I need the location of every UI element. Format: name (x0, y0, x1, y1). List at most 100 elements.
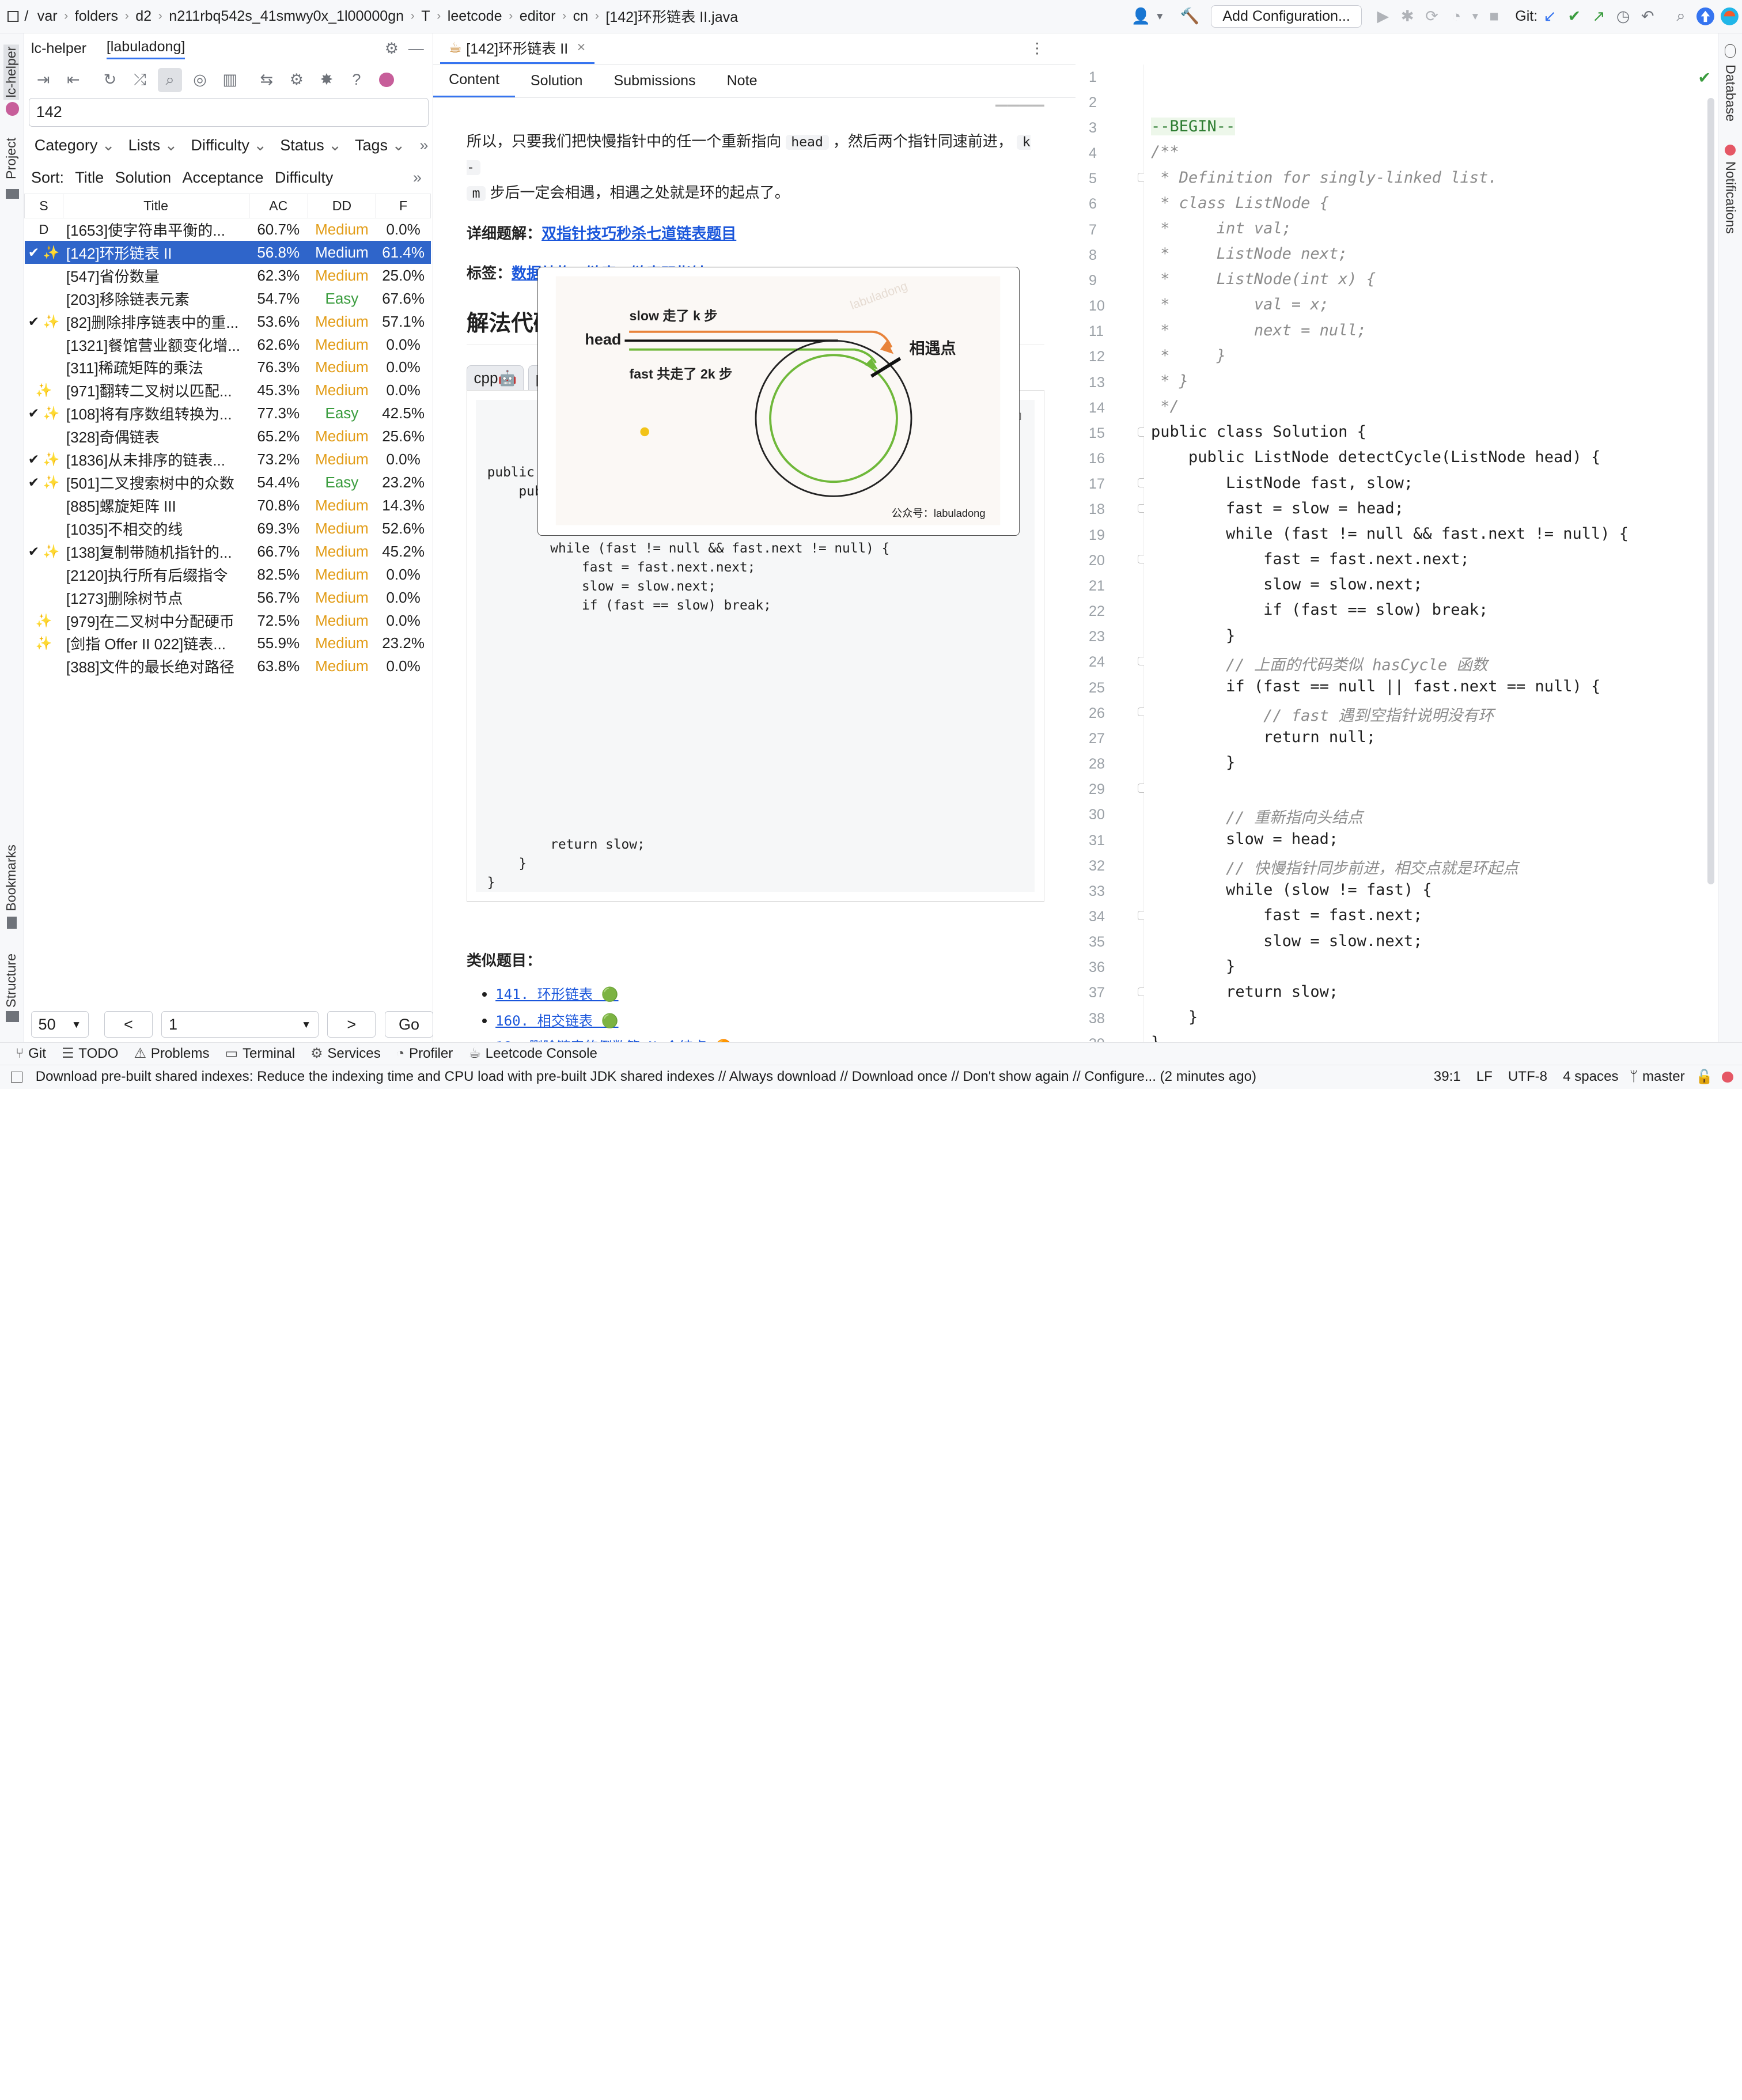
minimize-icon[interactable]: — (404, 37, 428, 61)
tab-content[interactable]: Content (433, 64, 515, 98)
page-size-select[interactable]: 50 ▼ (31, 1011, 89, 1038)
git-push-icon[interactable]: ↗ (1586, 4, 1611, 28)
user-icon[interactable]: 👤 (1128, 4, 1153, 28)
breadcrumb-item[interactable]: n211rbq542s_41smwy0x_1l00000gn (169, 8, 404, 25)
refresh-icon[interactable]: ↻ (98, 68, 122, 92)
sort-acceptance[interactable]: Acceptance (182, 169, 263, 187)
jetbrains-icon[interactable] (1718, 4, 1742, 28)
logout-icon[interactable]: ⇤ (61, 68, 85, 92)
tool-window-problems[interactable]: ⚠ Problems (134, 1045, 209, 1062)
cursor-position[interactable]: 39:1 (1434, 1069, 1461, 1085)
status-message[interactable]: Download pre-built shared indexes: Reduc… (36, 1069, 1256, 1085)
table-row[interactable]: ✨ [剑指 Offer II 022]链表... 55.9% Medium 23.2% (25, 632, 431, 655)
column-header-s[interactable]: S (24, 193, 63, 218)
breadcrumb-item[interactable]: leetcode (448, 8, 502, 25)
login-icon[interactable]: ⇥ (31, 68, 55, 92)
filter-category[interactable]: Category ⌄ (35, 137, 115, 154)
overflow-icon[interactable]: » (419, 137, 428, 154)
database-tool-button[interactable]: Database (1722, 65, 1738, 122)
table-row[interactable]: [2120]执行所有后缀指令 82.5% Medium 0.0% (25, 563, 431, 586)
column-header-ac[interactable]: AC (248, 193, 308, 218)
table-row[interactable]: ✨ [971]翻转二叉树以匹配... 45.3% Medium 0.0% (25, 379, 431, 402)
page-number-select[interactable]: 1 ▼ (161, 1011, 319, 1038)
breadcrumb-item[interactable]: d2 (135, 8, 152, 25)
table-row[interactable]: ✔ ✨ [1836]从未排序的链表... 73.2% Medium 0.0% (25, 448, 431, 471)
help-icon[interactable]: ? (344, 68, 369, 92)
table-row[interactable]: ✔ ✨ [142]环形链表 II 56.8% Medium 61.4% (24, 241, 431, 264)
debug-icon[interactable]: ✱ (1395, 4, 1419, 28)
sort-solution[interactable]: Solution (115, 169, 172, 187)
search-icon[interactable]: ⌕ (157, 67, 183, 93)
table-row[interactable]: D [1653]使字符串平衡的... 60.7% Medium 0.0% (25, 218, 431, 241)
sort-icon[interactable]: ⇆ (255, 68, 279, 92)
update-icon[interactable] (1693, 4, 1717, 28)
tool-window-leetcode-console[interactable]: ☕ Leetcode Console (468, 1045, 597, 1062)
column-header-title[interactable]: Title (62, 193, 249, 218)
filter-lists[interactable]: Lists ⌄ (128, 137, 178, 154)
structure-tool-button[interactable]: Structure (3, 953, 19, 1008)
more-icon[interactable]: ⋮ (1030, 40, 1044, 57)
tool-window-profiler[interactable]: ◔ Profiler (396, 1046, 453, 1062)
next-page-button[interactable]: > (327, 1011, 376, 1038)
bug-icon[interactable]: ✸ (315, 68, 339, 92)
plugin-icon[interactable] (374, 68, 399, 92)
search-icon[interactable]: ⌕ (1669, 4, 1693, 28)
tool-window-git[interactable]: ⑂ Git (16, 1046, 46, 1062)
table-row[interactable]: ✨ [979]在二叉树中分配硬币 72.5% Medium 0.0% (25, 609, 431, 632)
breadcrumb-item[interactable]: cn (573, 8, 588, 25)
breadcrumb-item[interactable]: [142]环形链表 II.java (605, 6, 738, 27)
similar-problem-link[interactable]: 141. 环形链表 🟢 (495, 986, 618, 1002)
chevron-down-icon[interactable]: ▼ (1468, 4, 1482, 28)
column-header-f[interactable]: F (375, 193, 431, 218)
git-branch[interactable]: master (1642, 1069, 1685, 1085)
notification-badge-icon[interactable] (1722, 1071, 1733, 1083)
close-icon[interactable]: × (577, 39, 586, 56)
table-row[interactable]: [1273]删除树节点 56.7% Medium 0.0% (25, 586, 431, 609)
tool-window-todo[interactable]: ☰ TODO (62, 1045, 118, 1062)
table-row[interactable]: ✔ ✨ [82]删除排序链表中的重... 53.6% Medium 57.1% (25, 310, 431, 333)
shuffle-icon[interactable]: ⤮ (128, 68, 152, 92)
tab-note[interactable]: Note (711, 64, 773, 97)
tab-solution[interactable]: Solution (515, 64, 599, 97)
file-tab[interactable]: ☕ [142]环形链表 II × (440, 33, 594, 65)
encoding[interactable]: UTF-8 (1508, 1069, 1547, 1085)
table-row[interactable]: [1321]餐馆营业额变化增... 62.6% Medium 0.0% (25, 333, 431, 356)
filter-status[interactable]: Status ⌄ (280, 137, 342, 154)
settings-icon[interactable]: ⚙ (285, 68, 309, 92)
lc-helper-tool-button[interactable]: lc-helper (3, 44, 19, 100)
code-editor[interactable]: ✔ --BEGIN-- /** * Definition for singly-l… (1144, 64, 1718, 1042)
table-row[interactable]: [885]螺旋矩阵 III 70.8% Medium 14.3% (25, 494, 431, 517)
table-row[interactable]: ✔ ✨ [501]二叉搜索树中的众数 54.4% Easy 23.2% (25, 471, 431, 494)
table-row[interactable]: [203]移除链表元素 54.7% Easy 67.6% (25, 287, 431, 310)
tab-submissions[interactable]: Submissions (599, 64, 711, 97)
history-icon[interactable]: ◷ (1611, 4, 1635, 28)
search-input[interactable]: 142 (29, 97, 429, 127)
table-row[interactable]: [547]省份数量 62.3% Medium 25.0% (25, 264, 431, 287)
project-tool-button[interactable]: Project (3, 138, 19, 179)
git-commit-icon[interactable]: ✔ (1562, 4, 1586, 28)
sort-difficulty[interactable]: Difficulty (275, 169, 334, 187)
bookmarks-tool-button[interactable]: Bookmarks (3, 845, 19, 911)
run-icon[interactable]: ▶ (1371, 4, 1395, 28)
table-row[interactable]: [311]稀疏矩阵的乘法 76.3% Medium 0.0% (25, 356, 431, 379)
filter-tags[interactable]: Tags ⌄ (355, 137, 405, 154)
profile-icon[interactable]: ◔ (1444, 4, 1468, 28)
git-update-icon[interactable]: ↙ (1537, 4, 1562, 28)
lock-icon[interactable]: 🔓 (1696, 1069, 1713, 1085)
gear-icon[interactable]: ⚙ (380, 37, 404, 61)
breadcrumb-item[interactable]: var (37, 8, 58, 25)
table-row[interactable]: [328]奇偶链表 65.2% Medium 25.6% (25, 425, 431, 448)
go-button[interactable]: Go (384, 1011, 434, 1038)
breadcrumb-item[interactable]: folders (75, 8, 118, 25)
tab-lc-helper[interactable]: lc-helper (31, 40, 86, 57)
column-header-dd[interactable]: DD (307, 193, 376, 218)
line-ending[interactable]: LF (1476, 1069, 1493, 1085)
add-configuration-button[interactable]: Add Configuration... (1211, 5, 1362, 28)
tool-window-terminal[interactable]: ▭ Terminal (225, 1045, 296, 1062)
overflow-icon[interactable]: » (413, 169, 422, 187)
breadcrumb-item[interactable]: editor (520, 8, 556, 25)
coverage-icon[interactable]: ⟳ (1419, 4, 1444, 28)
prev-page-button[interactable]: < (104, 1011, 153, 1038)
chevron-down-icon[interactable]: ▼ (1153, 4, 1167, 28)
rollback-icon[interactable]: ↶ (1635, 4, 1660, 28)
